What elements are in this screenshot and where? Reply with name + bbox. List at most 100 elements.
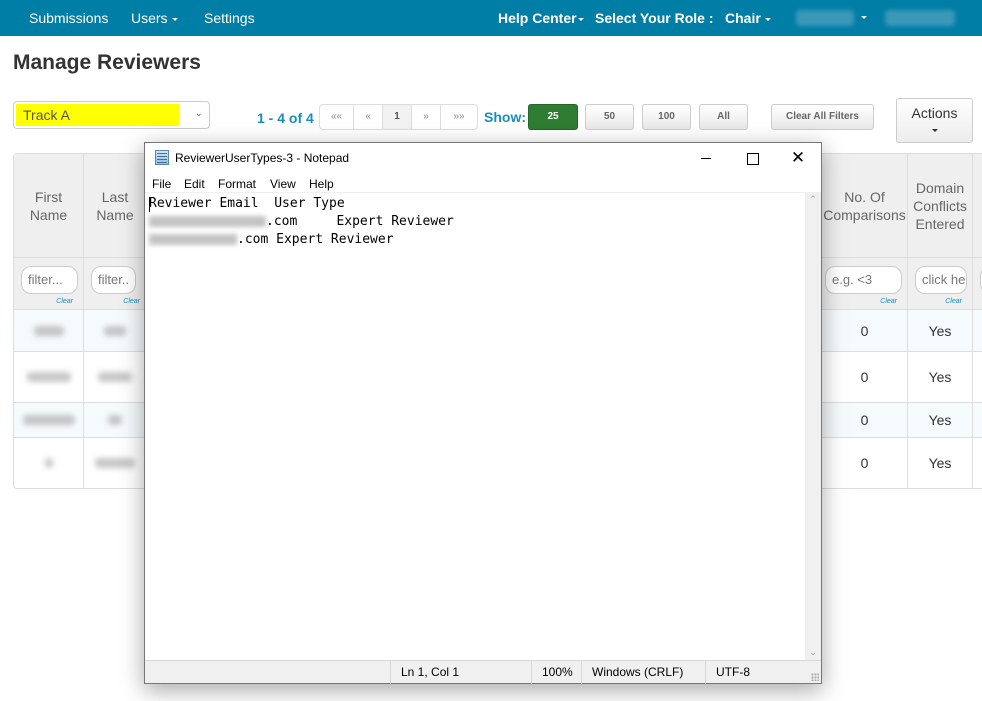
table-row: Yes — [908, 403, 972, 438]
filter-cell-comparisons: e.g. <3 Clear — [822, 258, 907, 310]
user-name-dropdown[interactable] — [796, 10, 854, 26]
redacted-last-name — [98, 372, 132, 382]
header-comparisons[interactable]: No. Of Comparisons — [822, 154, 907, 258]
maximize-button[interactable] — [729, 143, 775, 173]
redacted-first-name — [26, 372, 71, 382]
notepad-titlebar[interactable]: ReviewerUserTypes-3 - Notepad ✕ — [145, 143, 821, 173]
scroll-up-icon[interactable]: ⌃ — [805, 194, 821, 205]
menu-format[interactable]: Format — [218, 177, 256, 191]
table-row — [973, 352, 982, 403]
page-first-button[interactable]: «« — [320, 105, 354, 129]
redacted-first-name — [44, 458, 53, 468]
close-button[interactable]: ✕ — [775, 143, 821, 173]
nav-users[interactable]: Users — [131, 10, 178, 26]
redacted-email — [149, 216, 266, 227]
table-row — [973, 310, 982, 352]
table-row — [14, 438, 83, 488]
clear-filter-domain-conflicts[interactable]: Clear — [945, 298, 962, 305]
resize-grip-icon[interactable] — [811, 673, 819, 681]
filter-last-name-input[interactable]: filter.. — [91, 266, 136, 294]
notepad-title: ReviewerUserTypes-3 - Notepad — [175, 151, 350, 165]
text-line-content: .com Expert Reviewer — [266, 214, 454, 229]
vertical-scrollbar[interactable]: ⌃ ⌄ — [805, 192, 821, 660]
track-select[interactable]: Track A ⌄ — [13, 101, 210, 129]
role-dropdown[interactable]: Chair — [725, 10, 771, 26]
nav-help-center[interactable]: Help Center — [498, 10, 584, 26]
table-row — [84, 403, 146, 438]
page-prev-button[interactable]: « — [354, 105, 383, 129]
redacted-last-name — [104, 325, 126, 336]
table-row: 0 — [822, 403, 907, 438]
table-row — [973, 403, 982, 438]
status-line-ending: Windows (CRLF) — [581, 661, 705, 684]
header-first-name[interactable]: First Name — [14, 154, 83, 258]
filter-first-name-input[interactable]: filter... — [21, 266, 78, 294]
page-size-100-button[interactable]: 100 — [642, 104, 691, 130]
clear-filter-comparisons[interactable]: Clear — [880, 298, 897, 305]
table-row: Yes — [908, 352, 972, 403]
actions-dropdown-button[interactable]: Actions — [896, 98, 973, 143]
notepad-text-area[interactable]: Reviewer Email User Type .com Expert Rev… — [145, 192, 805, 660]
clear-filter-last-name[interactable]: Clear — [123, 298, 140, 305]
filter-comparisons-input[interactable]: e.g. <3 — [825, 266, 902, 294]
header-domain-conflicts[interactable]: Domain Conflicts Entered — [908, 154, 972, 258]
table-row — [14, 352, 83, 403]
nav-users-label: Users — [131, 10, 168, 26]
notepad-statusbar: Ln 1, Col 1 100% Windows (CRLF) UTF-8 — [145, 660, 821, 684]
page-next-button[interactable]: » — [412, 105, 441, 129]
column-comparisons: No. Of Comparisons e.g. <3 Clear 0 0 0 0 — [822, 154, 908, 488]
caret-down-icon — [577, 17, 584, 21]
filter-cell-domain-conflicts: click here Clear — [908, 258, 972, 310]
table-row: 0 — [822, 310, 907, 352]
menu-file[interactable]: File — [152, 177, 171, 191]
menu-edit[interactable]: Edit — [184, 177, 205, 191]
domain-conflicts-value: Yes — [928, 322, 952, 339]
nav-submissions[interactable]: Submissions — [29, 10, 108, 26]
table-row — [84, 438, 146, 488]
column-last-name: Last Name filter.. Clear — [84, 154, 146, 488]
pagination: «« « 1 » »» — [319, 104, 478, 130]
redacted-last-name — [108, 415, 122, 425]
chevron-down-icon: ⌄ — [194, 108, 203, 119]
redacted-email — [149, 234, 237, 245]
table-row — [14, 310, 83, 352]
role-value: Chair — [725, 10, 761, 26]
minimize-button[interactable] — [683, 143, 729, 173]
menu-view[interactable]: View — [270, 177, 296, 191]
caret-down-icon — [861, 16, 867, 19]
redacted-first-name — [33, 325, 64, 336]
user-account-menu[interactable] — [885, 10, 955, 26]
page-size-all-button[interactable]: All — [699, 104, 748, 130]
table-row: Yes — [908, 438, 972, 488]
header-last-name[interactable]: Last Name — [84, 154, 146, 258]
domain-conflicts-value: Yes — [928, 412, 952, 428]
comparisons-value: 0 — [860, 369, 869, 385]
role-label: Select Your Role : — [595, 10, 714, 26]
close-icon: ✕ — [790, 148, 806, 167]
filter-domain-conflicts-input[interactable]: click here — [915, 266, 967, 294]
text-line: .com Expert Reviewer — [149, 232, 394, 247]
menu-help[interactable]: Help — [309, 177, 334, 191]
page-1-button[interactable]: 1 — [383, 105, 412, 129]
notepad-app-icon — [155, 150, 169, 165]
show-label: Show: — [484, 109, 526, 125]
header-next-partial[interactable] — [973, 154, 982, 258]
nav-submissions-label: Submissions — [29, 10, 109, 26]
text-line: Reviewer Email User Type — [149, 196, 345, 211]
table-row: 0 — [822, 438, 907, 488]
table-row: Yes — [908, 310, 972, 352]
page-size-25-button[interactable]: 25 — [528, 104, 578, 130]
notepad-window: ReviewerUserTypes-3 - Notepad ✕ File Edi… — [144, 142, 822, 684]
status-position: Ln 1, Col 1 — [390, 661, 531, 684]
nav-settings[interactable]: Settings — [204, 10, 255, 26]
status-encoding: UTF-8 — [705, 661, 821, 684]
comparisons-value: 0 — [860, 322, 869, 339]
status-zoom: 100% — [531, 661, 581, 684]
clear-filter-first-name[interactable]: Clear — [56, 298, 73, 305]
scroll-down-icon[interactable]: ⌄ — [805, 647, 821, 658]
page-size-50-button[interactable]: 50 — [585, 104, 634, 130]
actions-label: Actions — [911, 105, 958, 121]
clear-all-filters-button[interactable]: Clear All Filters — [771, 104, 874, 130]
column-domain-conflicts: Domain Conflicts Entered click here Clea… — [908, 154, 973, 488]
page-last-button[interactable]: »» — [441, 105, 477, 129]
